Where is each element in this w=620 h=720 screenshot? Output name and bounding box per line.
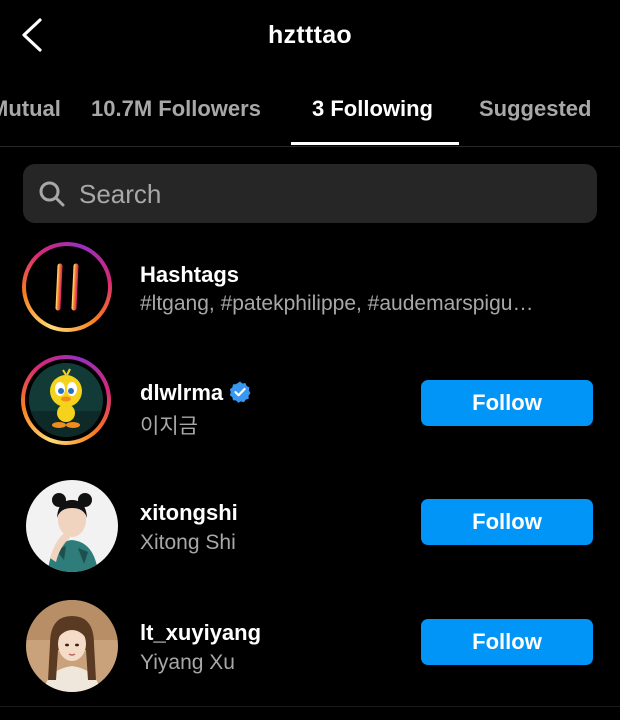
search-input[interactable] <box>77 174 581 214</box>
page-title: hztttao <box>267 21 353 49</box>
tab-bar: Mutual 10.7M Followers 3 Following Sugge… <box>0 76 620 147</box>
hashtags-title: Hashtags <box>140 262 240 287</box>
follow-button[interactable]: Follow <box>421 380 593 426</box>
username-text: dlwlrma <box>140 380 224 405</box>
tab-mutual[interactable]: Mutual <box>0 96 61 146</box>
tab-followers[interactable]: 10.7M Followers <box>91 96 261 146</box>
follow-button[interactable]: Follow <box>421 499 593 545</box>
list-item-user[interactable]: xitongshi Xitong Shi Follow <box>0 470 620 580</box>
lt-xuyiyang-avatar-image <box>26 600 118 692</box>
active-tab-indicator <box>291 142 459 145</box>
tab-suggested[interactable]: Suggested <box>479 96 591 146</box>
avatar[interactable] <box>21 355 111 445</box>
follow-button[interactable]: Follow <box>421 619 593 665</box>
hashtag-avatar <box>22 242 112 332</box>
tab-following[interactable]: 3 Following <box>312 96 433 146</box>
avatar[interactable] <box>26 600 118 692</box>
full-name: Xitong Shi <box>140 531 236 554</box>
hashtag-icon <box>44 263 90 311</box>
full-name: 이지금 <box>140 415 198 438</box>
list-item-user[interactable]: dlwlrma 이지금 Follow <box>0 350 620 460</box>
list-item-user[interactable]: lt_xuyiyang Yiyang Xu Follow <box>0 590 620 700</box>
divider <box>0 706 620 707</box>
username: xitongshi <box>140 500 238 525</box>
list-item-hashtags[interactable]: Hashtags #ltgang, #patekphilippe, #audem… <box>0 240 620 350</box>
username: dlwlrma <box>140 380 252 406</box>
username: lt_xuyiyang <box>140 620 262 645</box>
search-bar[interactable] <box>23 164 597 223</box>
avatar[interactable] <box>26 480 118 572</box>
top-bar: hztttao <box>0 0 620 76</box>
search-icon <box>39 181 65 207</box>
tweety-avatar-image <box>29 363 103 437</box>
hashtags-subtitle: #ltgang, #patekphilippe, #audemarspigu… <box>140 292 534 315</box>
verified-badge-icon <box>229 381 251 403</box>
xitongshi-avatar-image <box>26 480 118 572</box>
full-name: Yiyang Xu <box>140 651 235 674</box>
